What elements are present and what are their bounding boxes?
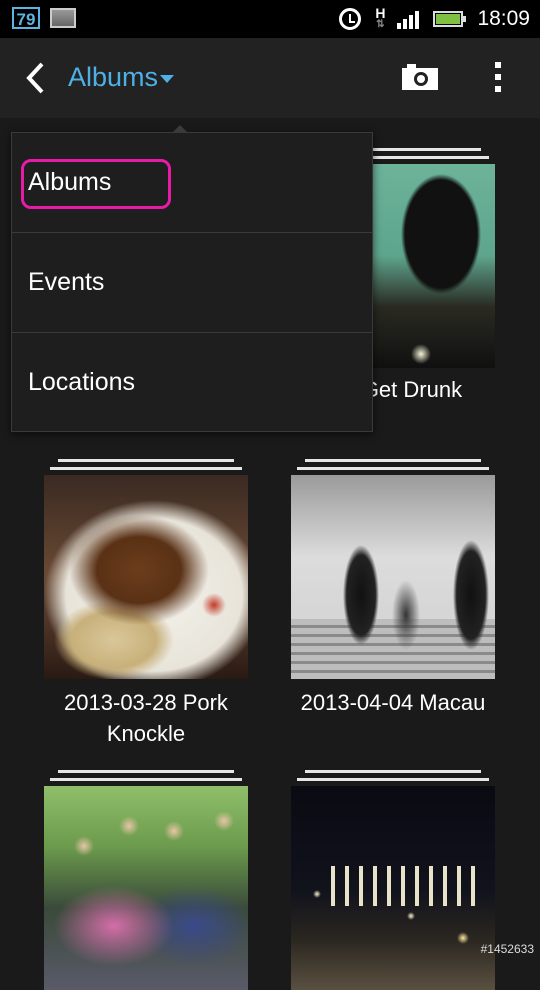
view-dropdown-menu: Albums Events Locations	[11, 125, 373, 432]
clock: 18:09	[477, 7, 530, 30]
menu-item-label: Locations	[28, 368, 136, 396]
album-label: 2013-04-04 Macau	[300, 690, 486, 715]
menu-item-label: Events	[28, 268, 105, 296]
view-selector-title[interactable]: Albums	[68, 62, 158, 93]
network-type-icon: H ⇅	[375, 6, 385, 31]
status-bar: 79 H ⇅ 18:09	[0, 0, 540, 38]
battery-icon	[433, 11, 467, 27]
signal-strength-icon	[397, 9, 421, 29]
menu-item-events[interactable]: Events	[12, 233, 372, 332]
data-arrows-icon: ⇅	[376, 19, 385, 30]
notification-badge: 79	[12, 7, 40, 29]
action-bar: Albums	[0, 38, 540, 118]
back-icon[interactable]	[22, 60, 52, 96]
watermark: #1452633	[480, 942, 534, 956]
album-thumbnail	[44, 786, 248, 990]
image-notification-icon	[50, 8, 76, 28]
menu-pointer	[172, 125, 188, 133]
menu-item-locations[interactable]: Locations	[12, 333, 372, 432]
album-thumbnail	[44, 475, 248, 679]
album-label: 2013-03-28 Pork Knockle	[64, 690, 228, 746]
status-right-group: H ⇅ 18:09	[339, 0, 530, 38]
alarm-icon	[339, 8, 362, 30]
camera-icon[interactable]	[402, 64, 438, 90]
highlight-annotation	[21, 159, 171, 209]
album-thumbnail	[291, 786, 495, 990]
more-options-icon[interactable]	[492, 62, 504, 96]
album-thumbnail	[291, 475, 495, 679]
dropdown-icon[interactable]	[160, 75, 174, 83]
